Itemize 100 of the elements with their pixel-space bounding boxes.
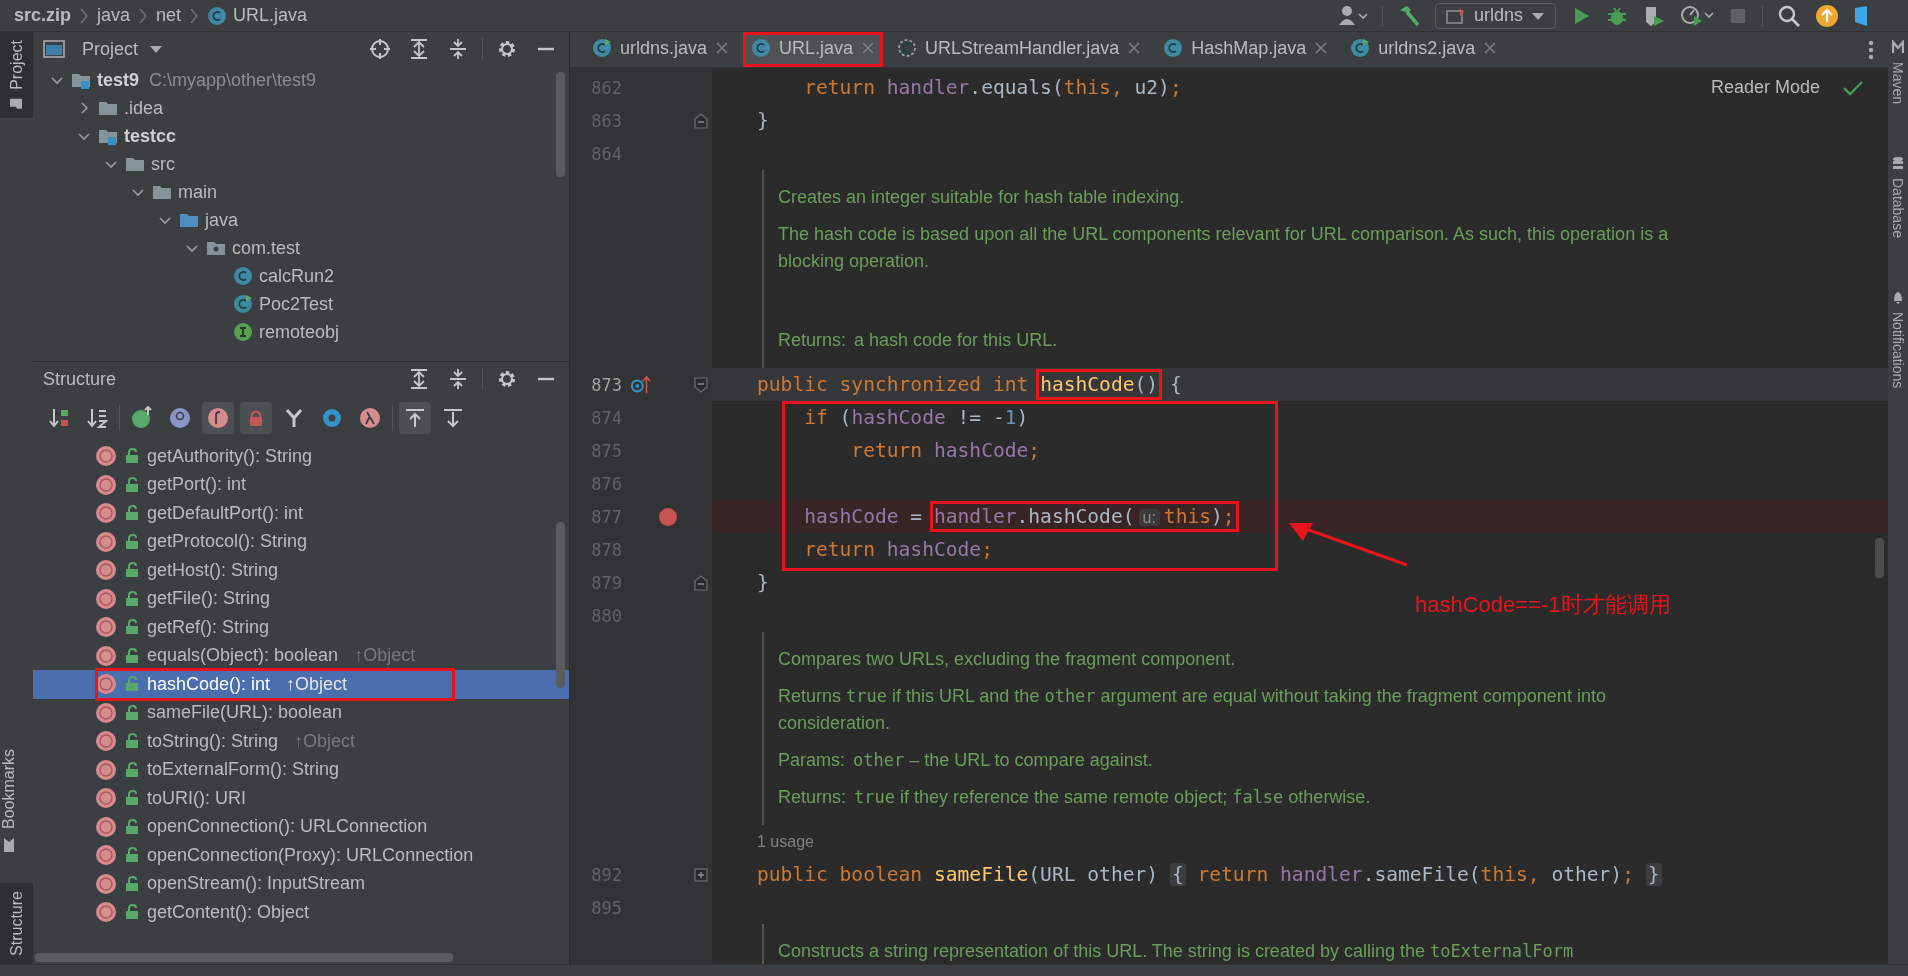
expand-all-icon[interactable] (408, 38, 430, 60)
tree-item[interactable]: test9 (97, 69, 140, 91)
collapse-all-icon[interactable] (447, 38, 469, 60)
usage-hint[interactable]: 1 usage (712, 832, 814, 851)
structure-item[interactable]: getAuthority(): String (33, 442, 569, 471)
close-icon[interactable] (1483, 41, 1498, 55)
user-icon[interactable] (1338, 4, 1368, 27)
code-line: hashCode = handler.hashCode( u: this); (757, 505, 1235, 528)
update-icon[interactable] (1815, 3, 1840, 28)
method-icon (95, 815, 117, 838)
code-editor[interactable] (570, 68, 1888, 964)
expand-fold-icon[interactable] (694, 867, 708, 882)
editor-tab[interactable]: URLStreamHandler.java (889, 32, 1150, 67)
breadcrumb-item[interactable]: java (97, 5, 131, 26)
close-icon[interactable] (715, 41, 730, 55)
tool-window-button[interactable]: Database (1888, 150, 1908, 244)
expand-all-icon[interactable] (408, 368, 430, 390)
fold-icon[interactable] (694, 574, 708, 591)
code-line: return hashCode; (850, 439, 1041, 462)
structure-item[interactable]: toString(): String ↑Object (33, 727, 569, 756)
public-lock-icon (125, 619, 139, 636)
tool-window-button[interactable]: Structure (0, 883, 33, 964)
structure-item[interactable]: getDefaultPort(): int (33, 499, 569, 528)
caret-icon[interactable] (149, 44, 164, 54)
editor-tab[interactable]: URL.java (743, 32, 884, 67)
scrollbar[interactable] (1875, 538, 1884, 578)
abstract-class-icon (897, 38, 918, 58)
structure-item[interactable]: getProtocol(): String (33, 527, 569, 556)
code-line: } (757, 109, 769, 132)
fold-icon[interactable] (694, 376, 708, 393)
structure-item[interactable]: getContent(): Object (33, 898, 569, 927)
breadcrumb-item[interactable]: URL.java (233, 5, 308, 26)
tree-item[interactable]: .idea (124, 97, 164, 119)
annotation-box: handler.hashCode( u: this); (933, 505, 1235, 528)
folder-icon (125, 155, 145, 173)
structure-item[interactable]: toURI(): URI (33, 784, 569, 813)
tree-item[interactable]: src (151, 153, 175, 175)
reader-mode-button[interactable]: Reader Mode (1710, 77, 1820, 98)
scrollbar[interactable] (35, 953, 453, 962)
close-icon[interactable] (1314, 41, 1329, 55)
method-icon (95, 473, 117, 496)
structure-item[interactable]: getFile(): String (33, 584, 569, 613)
settings-icon[interactable] (496, 38, 518, 60)
tree-item[interactable]: main (178, 181, 217, 203)
overrides-method-icon[interactable] (630, 374, 652, 396)
tool-window-button[interactable]: Project (0, 32, 33, 118)
structure-item[interactable]: openConnection(): URLConnection (33, 812, 569, 841)
tool-window-button[interactable]: Maven (1888, 34, 1908, 111)
method-icon (95, 559, 117, 582)
tree-item[interactable]: remoteobj (259, 321, 340, 343)
tree-item[interactable]: java (205, 209, 239, 231)
tree-item[interactable]: Poc2Test (259, 293, 334, 315)
editor-tab[interactable]: urldns.java (584, 32, 738, 67)
panel-title[interactable]: Project (82, 38, 139, 60)
run-configuration-dropdown[interactable]: urldns (1435, 2, 1557, 29)
profiler-icon[interactable] (1680, 3, 1715, 28)
structure-item[interactable]: openStream(): InputStream (33, 869, 569, 898)
folded-code[interactable]: { (1169, 863, 1186, 886)
structure-item[interactable]: toExternalForm(): String (33, 755, 569, 784)
database-icon (1892, 156, 1904, 171)
structure-item[interactable]: hashCode(): int ↑Object (33, 670, 569, 699)
structure-item[interactable]: sameFile(URL): boolean (33, 698, 569, 727)
breadcrumb-item[interactable]: src.zip (14, 5, 72, 26)
public-lock-icon (125, 476, 139, 493)
locate-icon[interactable] (369, 38, 391, 60)
public-lock-icon (125, 562, 139, 579)
structure-item[interactable]: equals(Object): boolean ↑Object (33, 641, 569, 670)
public-lock-icon (125, 847, 139, 864)
tool-window-button[interactable]: Bookmarks (0, 741, 18, 862)
panel-title: Structure (43, 368, 117, 390)
editor-tab[interactable]: HashMap.java (1155, 32, 1337, 67)
collapse-all-icon[interactable] (447, 368, 469, 390)
editor-tab[interactable]: urldns2.java (1342, 32, 1506, 67)
method-icon (95, 644, 117, 667)
folded-code[interactable]: } (1645, 863, 1662, 886)
bookmark-icon (3, 837, 15, 854)
scrollbar[interactable] (556, 72, 565, 177)
structure-item[interactable]: getHost(): String (33, 556, 569, 585)
tree-item[interactable]: testcc (124, 125, 177, 147)
method-icon (95, 872, 117, 895)
settings-icon[interactable] (496, 368, 518, 390)
close-icon[interactable] (1127, 41, 1142, 55)
public-lock-icon (125, 505, 139, 522)
structure-item[interactable]: getRef(): String (33, 613, 569, 642)
breakpoint-icon[interactable] (658, 507, 678, 527)
public-lock-icon (125, 448, 139, 465)
check-icon (1842, 78, 1864, 97)
tree-item[interactable]: calcRun2 (259, 265, 335, 287)
structure-item[interactable]: openConnection(Proxy): URLConnection (33, 841, 569, 870)
tree-item[interactable]: com.test (232, 237, 301, 259)
more-icon[interactable] (1868, 39, 1874, 60)
code-line: public synchronized int hashCode() { (757, 373, 1182, 396)
breadcrumb-item[interactable]: net (156, 5, 182, 26)
method-icon (95, 530, 117, 553)
search-icon[interactable] (1777, 3, 1802, 28)
scrollbar[interactable] (556, 522, 565, 688)
structure-item[interactable]: getPort(): int (33, 470, 569, 499)
tool-window-button[interactable]: Notifications (1888, 283, 1908, 395)
public-lock-icon (125, 733, 139, 750)
fold-icon[interactable] (694, 112, 708, 129)
